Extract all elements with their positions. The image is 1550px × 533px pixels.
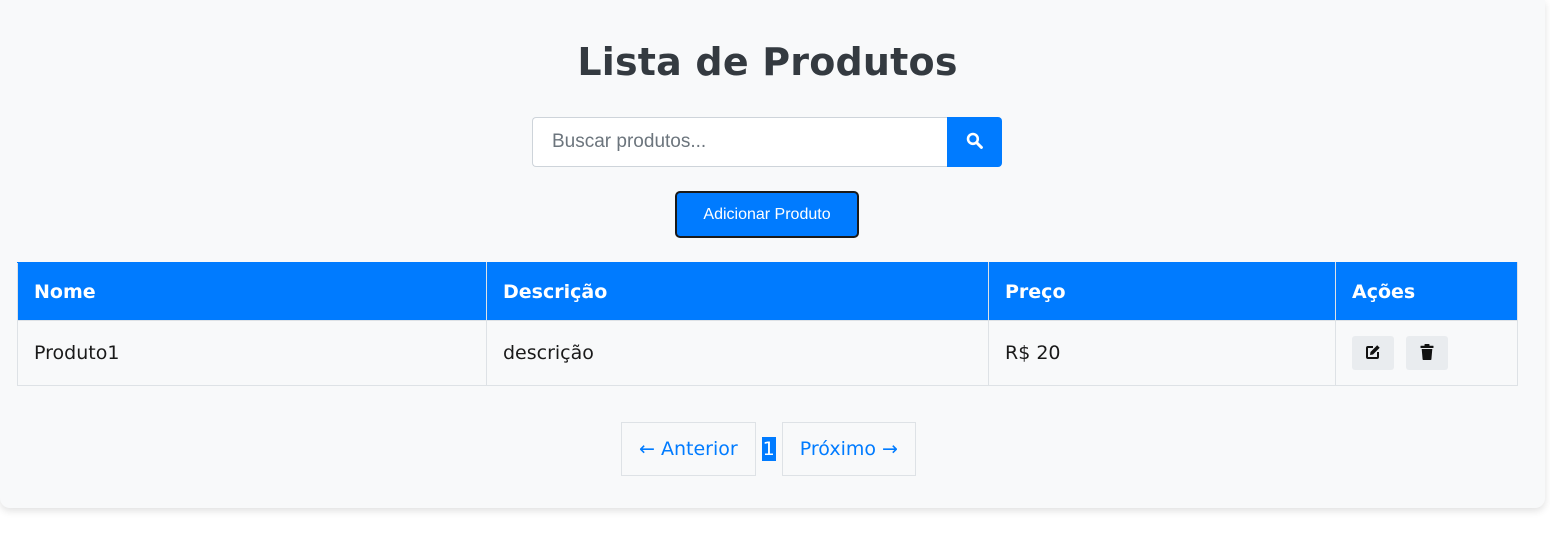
page-title: Lista de Produtos (577, 40, 958, 84)
cell-preco: R$ 20 (988, 320, 1336, 386)
column-header-preco: Preço (988, 262, 1336, 321)
next-page-button[interactable]: Próximo → (781, 422, 916, 476)
column-header-acoes: Ações (1335, 262, 1518, 321)
table-header-row: Nome Descrição Preço Ações (17, 262, 1518, 321)
search-bar (532, 117, 1002, 167)
product-table: Nome Descrição Preço Ações Produto1 desc… (17, 262, 1518, 386)
trash-icon (1420, 343, 1434, 363)
table-row: Produto1 descrição R$ 20 (17, 320, 1518, 386)
search-icon (966, 132, 983, 152)
product-list-card: Lista de Produtos Adicionar Produto Nome… (0, 0, 1545, 508)
pagination: ← Anterior 1 Próximo → (621, 422, 916, 476)
prev-page-button[interactable]: ← Anterior (621, 422, 756, 476)
column-header-descricao: Descrição (486, 262, 989, 321)
cell-descricao: descrição (486, 320, 989, 386)
edit-button[interactable] (1352, 336, 1394, 370)
edit-icon (1365, 344, 1381, 363)
add-product-button[interactable]: Adicionar Produto (675, 191, 859, 238)
cell-acoes (1335, 320, 1518, 386)
column-header-nome: Nome (17, 262, 487, 321)
current-page-indicator: 1 (761, 437, 776, 461)
cell-nome: Produto1 (17, 320, 487, 386)
delete-button[interactable] (1406, 336, 1448, 370)
search-input[interactable] (532, 117, 947, 167)
search-button[interactable] (947, 117, 1002, 167)
